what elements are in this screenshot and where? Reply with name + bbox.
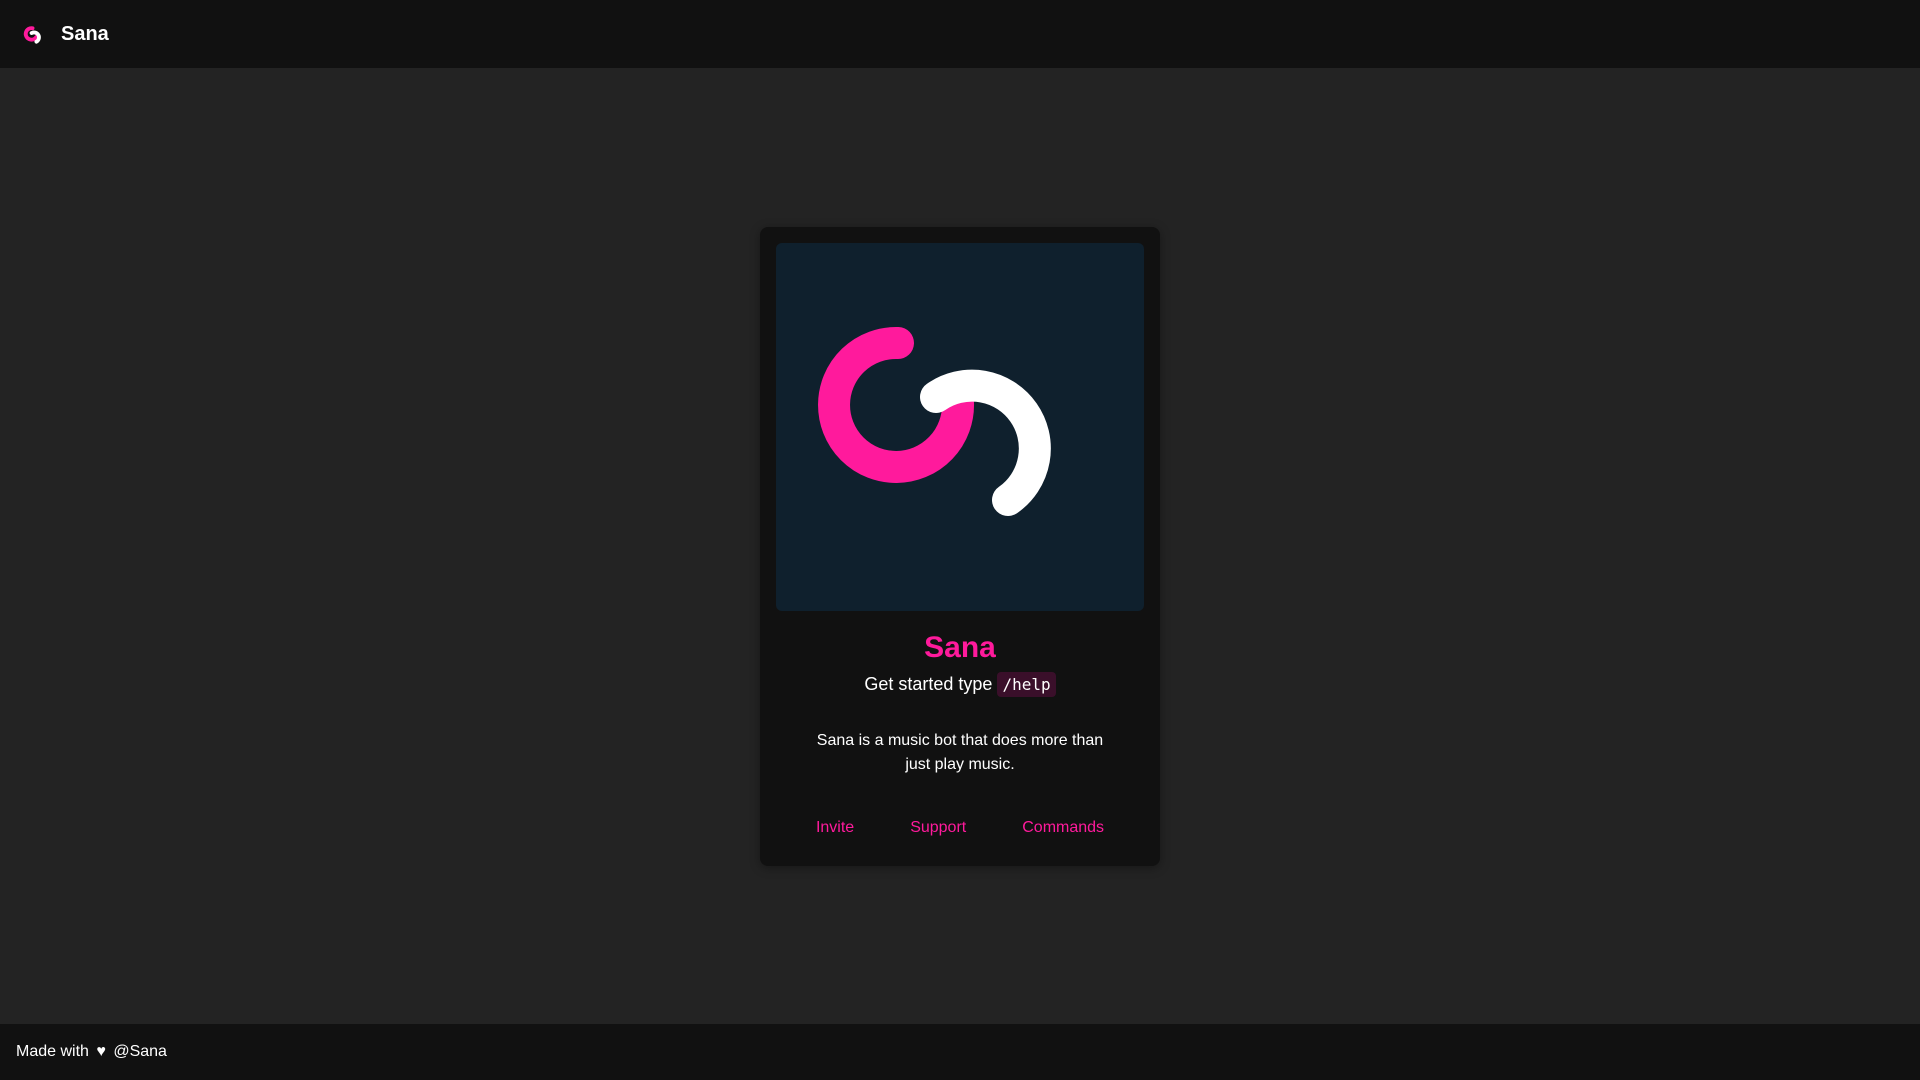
- heart-icon: ♥: [96, 1043, 106, 1060]
- brand-home-link[interactable]: Sana: [22, 22, 109, 46]
- get-started-line: Get started type /help: [760, 670, 1160, 699]
- footer-handle: @Sana: [113, 1043, 167, 1060]
- footer-credit: Made with ♥ @Sana: [16, 1043, 167, 1061]
- get-started-text: Get started type: [864, 674, 993, 694]
- card-links: Invite Support Commands: [760, 819, 1160, 837]
- page-footer: Made with ♥ @Sana: [0, 1024, 1920, 1080]
- bot-avatar-image: [776, 243, 1144, 611]
- sana-swirl-logo-large-icon: [818, 326, 1051, 516]
- support-link[interactable]: Support: [910, 819, 966, 837]
- footer-made-with: Made with: [16, 1043, 89, 1060]
- bot-name-heading: Sana: [924, 631, 996, 664]
- brand-name: Sana: [61, 22, 109, 45]
- help-command-code: /help: [997, 672, 1056, 697]
- sana-swirl-logo-icon: [23, 26, 41, 44]
- bot-description: Sana is a music bot that does more than …: [816, 732, 1104, 773]
- commands-link[interactable]: Commands: [1022, 819, 1104, 837]
- invite-link[interactable]: Invite: [816, 819, 854, 837]
- top-navbar: Sana: [0, 0, 1920, 68]
- bot-card: Sana Get started type /help Sana is a mu…: [760, 227, 1160, 866]
